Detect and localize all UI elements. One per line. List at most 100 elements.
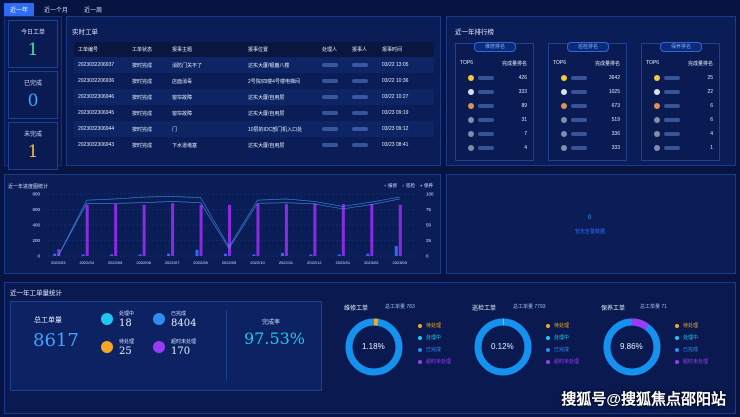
cell-location: 达实大厦/自用层 xyxy=(248,142,285,149)
legend-dot xyxy=(546,335,550,340)
rank-value: 426 xyxy=(518,75,527,81)
rank-head-right: 完成量排名 xyxy=(501,61,527,67)
rank-row: 4 xyxy=(468,143,527,153)
legend-label: 待处理 xyxy=(554,323,570,329)
bar-inspection xyxy=(370,204,374,256)
cell-id: 2023032206936 xyxy=(78,78,115,84)
table-row[interactable]: 2023032306945 按时完成 窗帘故障 达实大厦/自用层 03/23 0… xyxy=(74,105,434,121)
rank-badge-icon xyxy=(561,131,567,137)
cell-location: 达实大厦/银鹿八楼 xyxy=(244,57,318,73)
rank-row: 333 xyxy=(561,143,620,153)
legend-label: 已完成 xyxy=(426,347,442,353)
silver-medal-icon xyxy=(468,89,474,95)
alert-panel xyxy=(446,174,736,274)
table-row[interactable]: 2023032306943 按时完成 下水道堵塞 达实大厦/自用层 03/23 … xyxy=(74,137,434,153)
ring-title: 巡检工单 xyxy=(472,306,497,312)
completed-value: 8404 xyxy=(171,318,197,329)
rank-value: 22 xyxy=(707,89,713,95)
pending-icon xyxy=(101,341,113,353)
ranking-title: 近一年排行榜 xyxy=(455,29,494,36)
blurred-name xyxy=(352,126,368,131)
rank-value: 89 xyxy=(521,103,527,109)
rank-value: 7 xyxy=(524,131,527,137)
x-tick-label: 2022/05 xyxy=(108,260,123,265)
bar-inspection xyxy=(398,204,402,256)
blurred-name xyxy=(478,90,494,94)
cell-handler xyxy=(318,57,348,73)
rank-value: 519 xyxy=(611,117,620,123)
ring-title: 保养工单 xyxy=(601,306,626,312)
blurred-name xyxy=(664,118,680,122)
tab-week[interactable]: 近一周 xyxy=(78,3,108,16)
ring-center: 0.12% xyxy=(491,342,514,351)
trend-chart: 800 600 400 200 0 100 75 50 25 0 2022/03 2022/04 202… xyxy=(32,192,434,266)
cell-reporter xyxy=(348,57,378,73)
legend-dot xyxy=(546,359,550,364)
cell-topic: 消防门关不了 xyxy=(168,57,244,73)
rank-value: 6 xyxy=(710,103,713,109)
ring-center: 1.18% xyxy=(362,342,385,351)
col-header: 处理人 xyxy=(318,42,348,57)
col-header: 报事主题 xyxy=(168,42,244,57)
rank-value: 3642 xyxy=(608,75,620,81)
cell-handler xyxy=(318,89,348,105)
alert-empty-text: 暂无告警数据 xyxy=(575,229,606,235)
tab-month[interactable]: 近一个月 xyxy=(38,3,74,16)
bar-inspection xyxy=(171,203,175,256)
kpi-done-value: 0 xyxy=(27,91,39,111)
silver-medal-icon xyxy=(561,89,567,95)
rank-badge-icon xyxy=(561,117,567,123)
ring-legend-item: 处理中 xyxy=(675,334,698,341)
legend-label: 已完成 xyxy=(554,347,570,353)
x-tick-label: 2022/12 xyxy=(307,260,322,265)
legend-dot xyxy=(675,359,679,364)
cell-status: 按时完成 xyxy=(132,78,153,85)
y-tick-label: 0 xyxy=(37,254,40,259)
cell-id: 2023032306946 xyxy=(74,89,128,105)
blurred-name xyxy=(352,94,368,99)
table-row[interactable]: 2023032306944 按时完成 门 10层的IDC部门机入口处 03/23… xyxy=(74,121,434,137)
rank-badge-icon xyxy=(654,117,660,123)
bar-inspection xyxy=(114,204,118,256)
blurred-name xyxy=(322,62,338,67)
rank-row: 25 xyxy=(654,73,713,83)
rank-value: 31 xyxy=(521,117,527,123)
legend-label: 超时未处理 xyxy=(554,359,580,365)
bar-repair xyxy=(309,254,313,256)
blurred-name xyxy=(571,118,587,122)
rank-value: 673 xyxy=(611,103,620,109)
rank-row: 1 xyxy=(654,143,713,153)
cell-topic: 窗帘故障 xyxy=(168,89,244,105)
col-header: 工单编号 xyxy=(74,42,128,57)
rank-row: 6 xyxy=(654,101,713,111)
cell-time: 03/22 10:36 xyxy=(382,78,409,84)
blurred-name xyxy=(322,142,338,147)
blurred-name xyxy=(664,90,680,94)
realtime-title: 实时工单 xyxy=(72,29,98,36)
blurred-name xyxy=(478,76,494,80)
processing-icon xyxy=(101,313,113,325)
overdue-label: 超时未处理 xyxy=(171,339,197,345)
ring-legend-item: 已完成 xyxy=(546,346,569,353)
y-tick-label: 600 xyxy=(32,207,40,212)
kpi-done: 已完成 0 xyxy=(8,71,58,119)
rank-tag: 巡检排名 xyxy=(567,42,609,52)
rank-value: 4 xyxy=(524,145,527,151)
legend-label: 已完成 xyxy=(683,347,699,353)
table-row[interactable]: 2023032206936 按时完成 店面消毒 2号院/四楼4号楼电梯间 03/… xyxy=(74,73,434,89)
cell-handler xyxy=(318,73,348,89)
blurred-name xyxy=(352,62,368,67)
y-tick-label: 800 xyxy=(32,192,40,197)
table-row[interactable]: 2023032306946 按时完成 窗帘故障 达实大厦/自用层 03/22 1… xyxy=(74,89,434,105)
legend-dot xyxy=(546,323,550,328)
kpi-undone: 未完成 1 xyxy=(8,122,58,170)
kpi-today-value: 1 xyxy=(27,40,39,60)
kpi-today: 今日工单 1 xyxy=(8,20,58,68)
watermark: 搜狐号@搜狐焦点邵阳站 xyxy=(561,391,726,408)
table-row[interactable]: 2023032206937 按时完成 消防门关不了 达实大厦/银鹿八楼 03/2… xyxy=(74,57,434,73)
y2-tick-label: 100 xyxy=(426,192,434,197)
ring-legend-item: 待处理 xyxy=(546,322,569,329)
col-header: 工单状态 xyxy=(128,42,168,57)
tab-year[interactable]: 近一年 xyxy=(4,3,35,16)
x-tick-label: 2022/04 xyxy=(79,260,94,265)
